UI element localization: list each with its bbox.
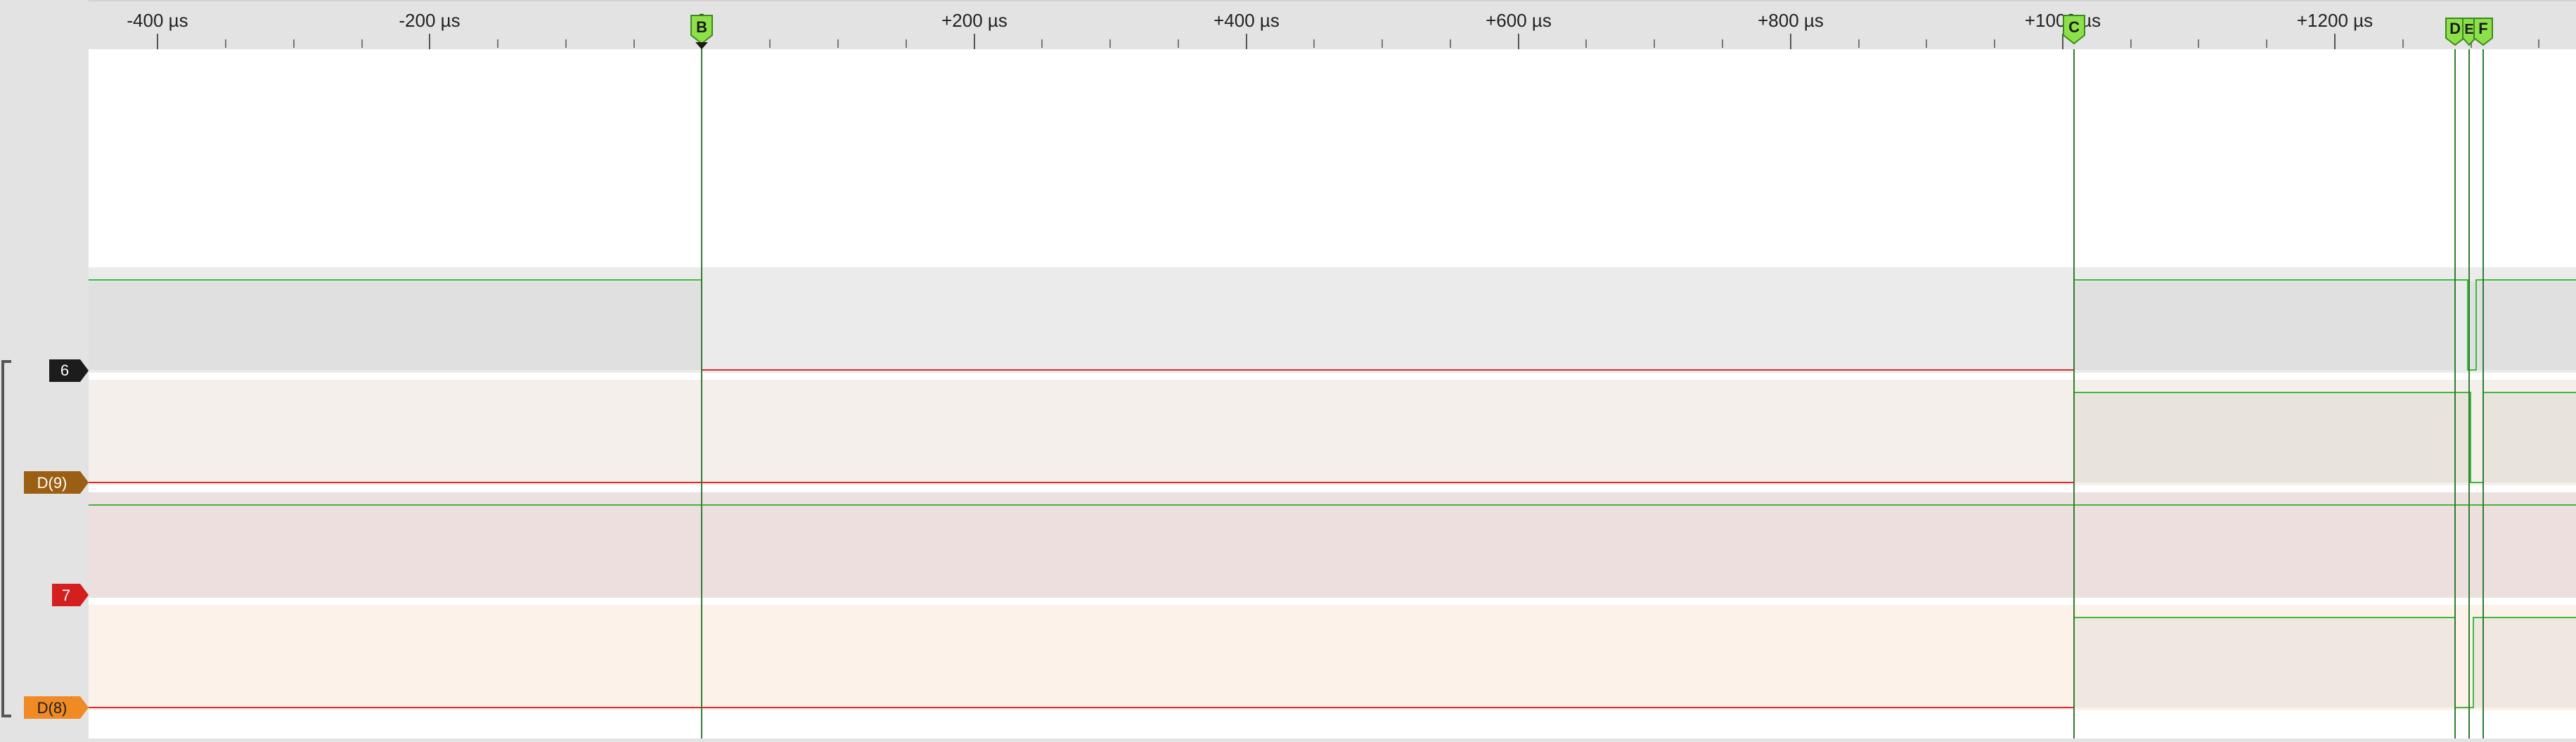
tick-label: +600 µs: [1486, 10, 1552, 31]
tick-label: +200 µs: [941, 10, 1007, 31]
channel-panel: 6 D(9) 7 D(8): [0, 0, 89, 738]
tick-label: -400 µs: [127, 10, 188, 31]
channel-row-7: [89, 492, 2576, 598]
marker-label-c: C: [2068, 18, 2080, 36]
channel-badge-6[interactable]: 6: [49, 359, 89, 382]
channel-group-bracket: [1, 360, 11, 717]
tick-label: +1200 µs: [2297, 10, 2373, 31]
tick-label: +800 µs: [1758, 10, 1824, 31]
channel-label-d8: D(8): [37, 699, 67, 717]
marker-label-f: F: [2478, 20, 2487, 37]
channel-label-7: 7: [62, 587, 70, 604]
marker-flag-d[interactable]: D: [2445, 18, 2465, 46]
channel-row-d8: [89, 605, 2576, 710]
channel-row-d9: [89, 380, 2576, 485]
channel-label-6: 6: [60, 362, 69, 379]
channel-badge-7[interactable]: 7: [52, 584, 89, 606]
marker-label-d: D: [2449, 20, 2461, 37]
ruler-tick-labels: -400 µs -200 µs 0 +200 µs +400 µs +600 µ…: [127, 10, 2373, 31]
channel-label-d9: D(9): [37, 474, 67, 492]
ruler-minor-ticks: [157, 39, 2539, 48]
time-ruler[interactable]: -400 µs -200 µs 0 +200 µs +400 µs +600 µ…: [89, 0, 2576, 49]
waveform-svg: [89, 49, 2576, 738]
tick-label: +400 µs: [1213, 10, 1280, 31]
time-ruler-svg: -400 µs -200 µs 0 +200 µs +400 µs +600 µ…: [127, 10, 2539, 49]
marker-flag-b[interactable]: B: [690, 15, 713, 49]
channel-badge-d9[interactable]: D(9): [24, 471, 89, 494]
marker-flag-c[interactable]: C: [2063, 15, 2085, 45]
tick-label: -200 µs: [399, 10, 460, 31]
channel-labels: 6 D(9) 7 D(8): [1, 359, 89, 719]
marker-label-e: E: [2464, 22, 2473, 37]
ruler-major-ticks: [157, 34, 2336, 49]
channel-badge-d8[interactable]: D(8): [24, 696, 89, 719]
marker-flag-f[interactable]: F: [2473, 18, 2493, 46]
waveform-area[interactable]: [89, 49, 2576, 738]
channel-row-6: [89, 267, 2576, 373]
marker-label-b: B: [696, 18, 707, 36]
